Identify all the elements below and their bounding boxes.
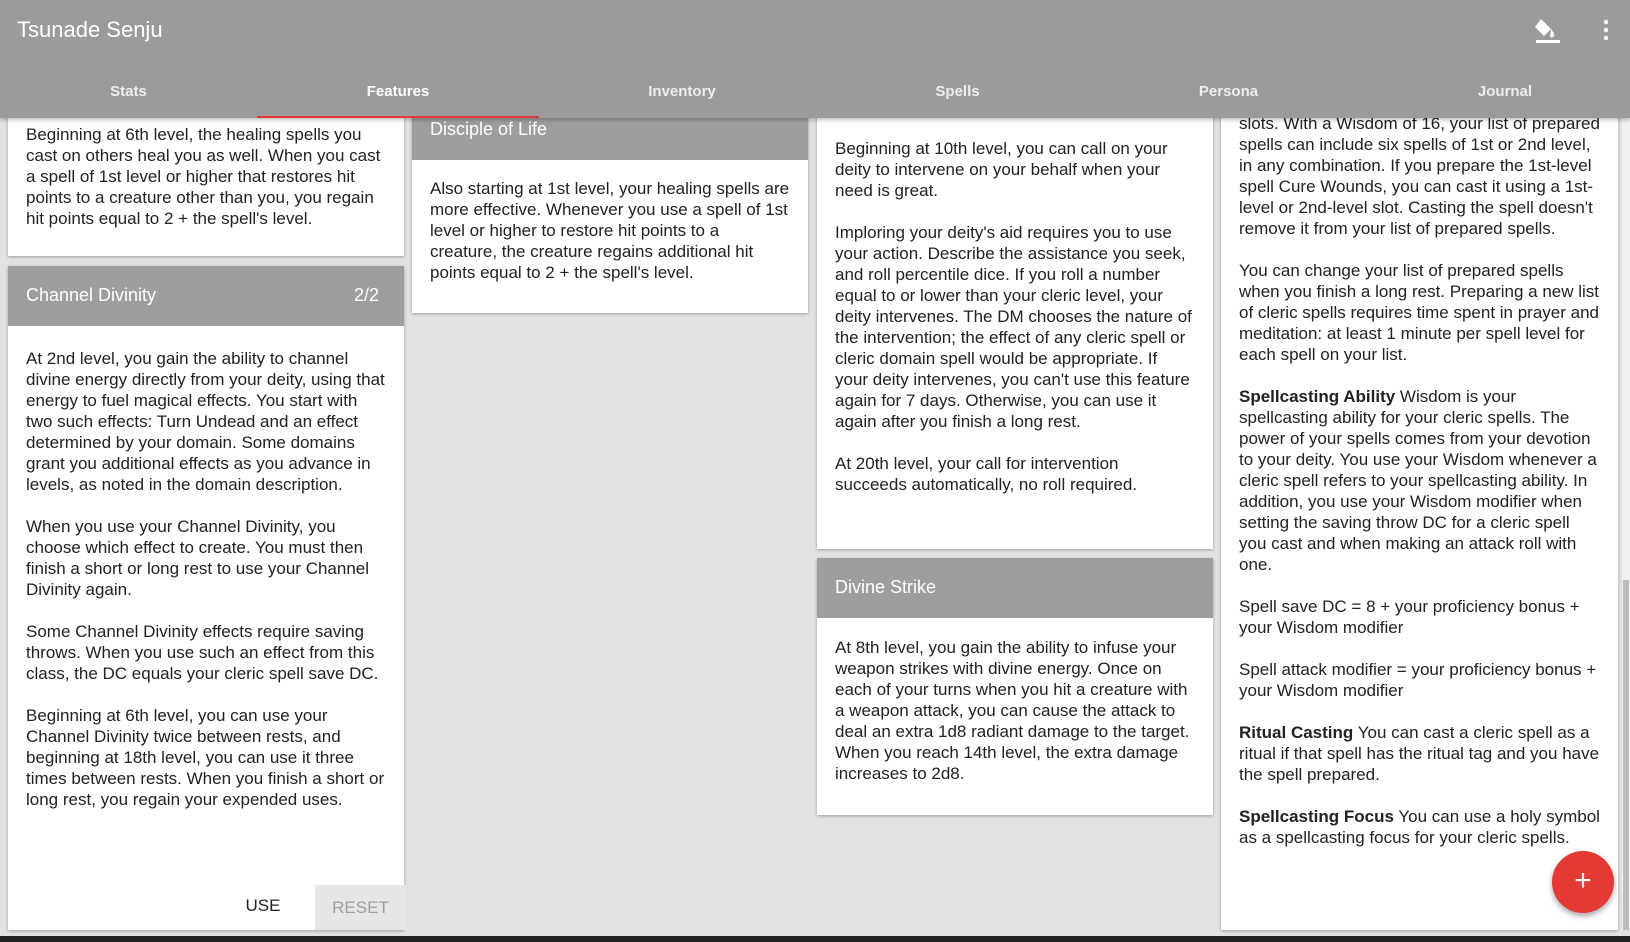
feature-paragraph: Beginning at 6th level, you can use your… xyxy=(26,706,385,809)
tab-features[interactable]: Features xyxy=(257,72,539,118)
tab-journal[interactable]: Journal xyxy=(1367,72,1630,118)
feature-description: At 8th level, you gain the ability to in… xyxy=(817,618,1213,784)
feature-description: Beginning at 10th level, you can call on… xyxy=(817,100,1213,495)
character-name: Tsunade Senju xyxy=(17,17,163,42)
feature-paragraph: Imploring your deity's aid requires you … xyxy=(835,223,1192,431)
subheading: Ritual Casting xyxy=(1239,723,1354,742)
feature-title: Disciple of Life xyxy=(430,119,548,139)
tab-bar: Stats Features Inventory Spells Persona … xyxy=(0,72,1630,118)
feature-uses-counter: 2/2 xyxy=(353,285,379,305)
feature-paragraph: Spell attack modifier = your proficiency… xyxy=(1239,660,1597,700)
app-bar: Tsunade Senju Stats Features Inventory S… xyxy=(0,0,1630,118)
feature-header: Channel Divinity 2/2 xyxy=(8,266,404,326)
feature-header: Divine Strike xyxy=(817,558,1213,618)
feature-paragraph: You can change your list of prepared spe… xyxy=(1239,261,1600,364)
feature-paragraph: Beginning at 10th level, you can call on… xyxy=(835,139,1168,200)
more-vert-icon[interactable] xyxy=(1596,14,1616,46)
feature-description: Also starting at 1st level, your healing… xyxy=(412,160,808,283)
feature-description: Beginning at 6th level, the healing spel… xyxy=(8,100,404,229)
subheading: Spellcasting Focus xyxy=(1239,807,1394,826)
feature-paragraph: Ritual Casting You can cast a cleric spe… xyxy=(1239,722,1600,785)
tab-stats[interactable]: Stats xyxy=(0,72,257,118)
reset-button[interactable]: RESET xyxy=(315,885,406,930)
tab-persona[interactable]: Persona xyxy=(1090,72,1367,118)
feature-paragraph: At 20th level, your call for interventio… xyxy=(835,454,1138,494)
feature-text: Also starting at 1st level, your healing… xyxy=(430,179,790,282)
window-bottom-edge xyxy=(0,936,1630,942)
paragraph-text: Wisdom is your spellcasting ability for … xyxy=(1239,387,1597,574)
feature-title: Divine Strike xyxy=(835,577,937,597)
use-button[interactable]: USE xyxy=(218,890,308,922)
tab-inventory[interactable]: Inventory xyxy=(539,72,825,118)
active-tab-indicator xyxy=(257,116,539,118)
feature-title: Channel Divinity xyxy=(26,285,157,305)
tab-spells[interactable]: Spells xyxy=(825,72,1090,118)
add-icon: + xyxy=(1574,864,1592,897)
feature-text: At 8th level, you gain the ability to in… xyxy=(835,638,1190,783)
feature-paragraph: Spellcasting Focus You can use a holy sy… xyxy=(1239,806,1600,848)
feature-paragraph: Spellcasting Ability Wisdom is your spel… xyxy=(1239,386,1600,575)
scrollbar-thumb[interactable] xyxy=(1623,580,1629,930)
feature-card-disciple-of-life: Disciple of Life Also starting at 1st le… xyxy=(412,100,808,313)
feature-text: Beginning at 6th level, the healing spel… xyxy=(26,125,381,228)
feature-paragraph: slots. With a Wisdom of 16, your list of… xyxy=(1239,114,1600,238)
feature-card-channel-divinity: Channel Divinity 2/2 At 2nd level, you g… xyxy=(8,266,406,930)
subheading: Spellcasting Ability xyxy=(1239,387,1396,406)
feature-card-spellcasting: slots. With a Wisdom of 16, your list of… xyxy=(1221,100,1618,930)
feature-paragraph: Some Channel Divinity effects require sa… xyxy=(26,622,379,683)
feature-paragraph: When you use your Channel Divinity, you … xyxy=(26,517,370,599)
feature-card-divine-intervention: Beginning at 10th level, you can call on… xyxy=(817,100,1213,549)
feature-card-blessed-healer: Beginning at 6th level, the healing spel… xyxy=(8,100,404,256)
feature-paragraph: At 2nd level, you gain the ability to ch… xyxy=(26,349,385,494)
feature-description: slots. With a Wisdom of 16, your list of… xyxy=(1221,100,1618,848)
add-feature-button[interactable]: + xyxy=(1552,851,1614,913)
feature-paragraph: Spell save DC = 8 + your proficiency bon… xyxy=(1239,597,1580,637)
format-paint-icon[interactable] xyxy=(1532,14,1564,46)
feature-card-divine-strike: Divine Strike At 8th level, you gain the… xyxy=(817,558,1213,815)
feature-description: At 2nd level, you gain the ability to ch… xyxy=(8,326,404,810)
